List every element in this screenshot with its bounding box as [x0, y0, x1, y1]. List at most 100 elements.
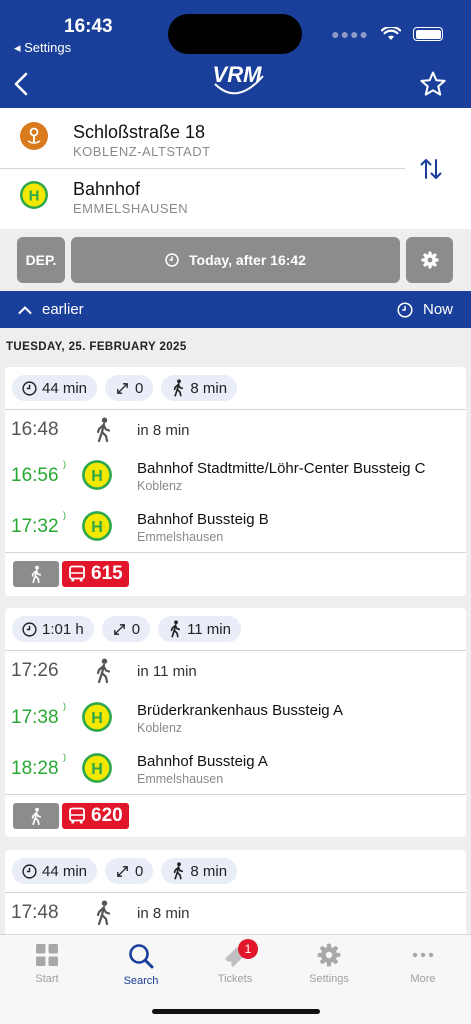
walk-start-time: 16:48	[11, 419, 59, 440]
trip-summary: 44 min 0 8 min	[12, 858, 238, 884]
origin-row[interactable]: Schloßstraße 18 KOBLENZ-ALTSTADT	[0, 108, 405, 168]
chevron-up-icon	[18, 305, 32, 314]
tab-start-label: Start	[35, 973, 59, 985]
address-pin-icon	[20, 122, 48, 150]
changes-chip: 0	[101, 616, 151, 642]
svg-text:H: H	[29, 188, 40, 205]
walking-person-icon	[174, 862, 184, 880]
trip-summary: 1:01 h 0 11 min	[12, 616, 241, 642]
tab-start[interactable]: Start	[12, 943, 82, 985]
destination-name: Bahnhof	[73, 179, 141, 199]
realtime-icon: )	[63, 701, 66, 711]
trip-card[interactable]: 44 min 0 8 min 17:48 in 8 min	[5, 850, 466, 934]
favorite-star-icon[interactable]	[419, 70, 447, 98]
divider	[5, 892, 466, 893]
tab-more[interactable]: More	[388, 943, 458, 985]
earlier-button[interactable]: earlier	[18, 301, 84, 318]
departure-locality: Koblenz	[137, 721, 183, 735]
walking-person-icon	[96, 417, 111, 443]
divider	[5, 409, 466, 410]
walk-leg	[13, 561, 59, 587]
origin-name: Schloßstraße 18	[73, 122, 206, 142]
clock-icon	[22, 863, 37, 879]
walking-person-icon	[96, 900, 111, 926]
search-icon	[129, 944, 154, 969]
transfer-icon	[113, 623, 125, 635]
walk-chip: 8 min	[161, 858, 238, 884]
tab-settings[interactable]: Settings	[294, 943, 364, 985]
time-select-button[interactable]: Today, after 16:42	[71, 237, 400, 283]
bus-icon	[69, 807, 85, 824]
back-to-settings-link[interactable]: ◂ Settings	[14, 40, 71, 56]
duration-value: 44 min	[42, 379, 88, 397]
divider	[5, 552, 466, 553]
tab-search-label: Search	[123, 975, 159, 987]
departure-mode-button[interactable]: DEP.	[17, 237, 65, 283]
trip-card[interactable]: 44 min 0 8 min 16:48 in 8 min 16:56 ) H …	[5, 367, 466, 596]
walk-start-time: 17:48	[11, 902, 59, 923]
trip-legs: 615	[13, 561, 129, 587]
changes-chip: 0	[105, 858, 154, 884]
dynamic-island	[168, 14, 302, 54]
changes-value: 0	[135, 862, 144, 880]
back-arrow-icon[interactable]	[10, 70, 34, 98]
destination-locality: EMMELSHAUSEN	[73, 201, 189, 216]
realtime-icon: )	[63, 459, 66, 469]
origin-locality: KOBLENZ-ALTSTADT	[73, 144, 211, 159]
walking-person-icon	[170, 620, 181, 638]
transfer-icon	[117, 382, 128, 394]
walk-duration-text: in 8 min	[137, 905, 190, 922]
time-select-label: Today, after 16:42	[189, 252, 306, 268]
search-controls: DEP. Today, after 16:42	[0, 229, 471, 291]
transfer-icon	[117, 865, 128, 877]
walking-person-icon	[96, 658, 111, 684]
options-button[interactable]	[406, 237, 453, 283]
vrm-logo: VRM	[213, 62, 264, 95]
tab-settings-label: Settings	[309, 973, 349, 985]
bus-stop-icon: H	[82, 460, 112, 490]
now-label: Now	[422, 301, 453, 318]
trip-summary: 44 min 0 8 min	[12, 375, 238, 401]
svg-text:H: H	[91, 761, 103, 778]
changes-chip: 0	[105, 375, 154, 401]
tab-tickets[interactable]: Tickets 1	[200, 939, 270, 985]
status-time: 16:43	[64, 16, 113, 37]
tickets-badge: 1	[238, 939, 258, 959]
walk-duration-text: in 8 min	[137, 422, 190, 439]
bus-stop-icon: H	[20, 181, 48, 209]
swap-direction-icon[interactable]	[419, 156, 443, 182]
walking-person-icon	[31, 565, 42, 583]
clock-icon	[22, 621, 37, 637]
bus-icon	[69, 565, 85, 582]
tab-more-label: More	[410, 973, 436, 985]
more-dots-icon	[412, 952, 434, 958]
arrival-time: 17:32	[11, 516, 59, 537]
clock-icon	[22, 380, 37, 396]
tab-search[interactable]: Search	[106, 943, 176, 987]
bus-stop-icon: H	[82, 702, 112, 732]
clock-icon	[397, 301, 413, 318]
trip-card[interactable]: 1:01 h 0 11 min 17:26 in 11 min 17:38 ) …	[5, 608, 466, 837]
walk-chip: 11 min	[158, 616, 241, 642]
bus-leg: 615	[62, 561, 129, 587]
walking-person-icon	[174, 379, 184, 397]
walk-value: 8 min	[190, 379, 228, 397]
arrival-locality: Emmelshausen	[137, 530, 224, 544]
day-header: TUESDAY, 25. FEBRUARY 2025	[6, 341, 187, 353]
cellular-icon: ●●●●	[331, 26, 369, 42]
destination-row[interactable]: H Bahnhof EMMELSHAUSEN	[0, 169, 405, 229]
walk-start-time: 17:26	[11, 660, 59, 681]
duration-value: 44 min	[42, 862, 88, 880]
svg-text:H: H	[91, 468, 103, 485]
line-number: 615	[91, 563, 123, 584]
wifi-icon	[381, 27, 401, 40]
bus-stop-icon: H	[82, 753, 112, 783]
walking-person-icon	[31, 807, 42, 825]
earlier-label: earlier	[42, 301, 84, 318]
duration-chip: 44 min	[12, 858, 98, 884]
now-button[interactable]: Now	[397, 301, 453, 318]
departure-time: 16:56	[11, 465, 59, 486]
realtime-icon: )	[63, 510, 66, 520]
duration-chip: 1:01 h	[12, 616, 94, 642]
duration-value: 1:01 h	[42, 620, 84, 638]
